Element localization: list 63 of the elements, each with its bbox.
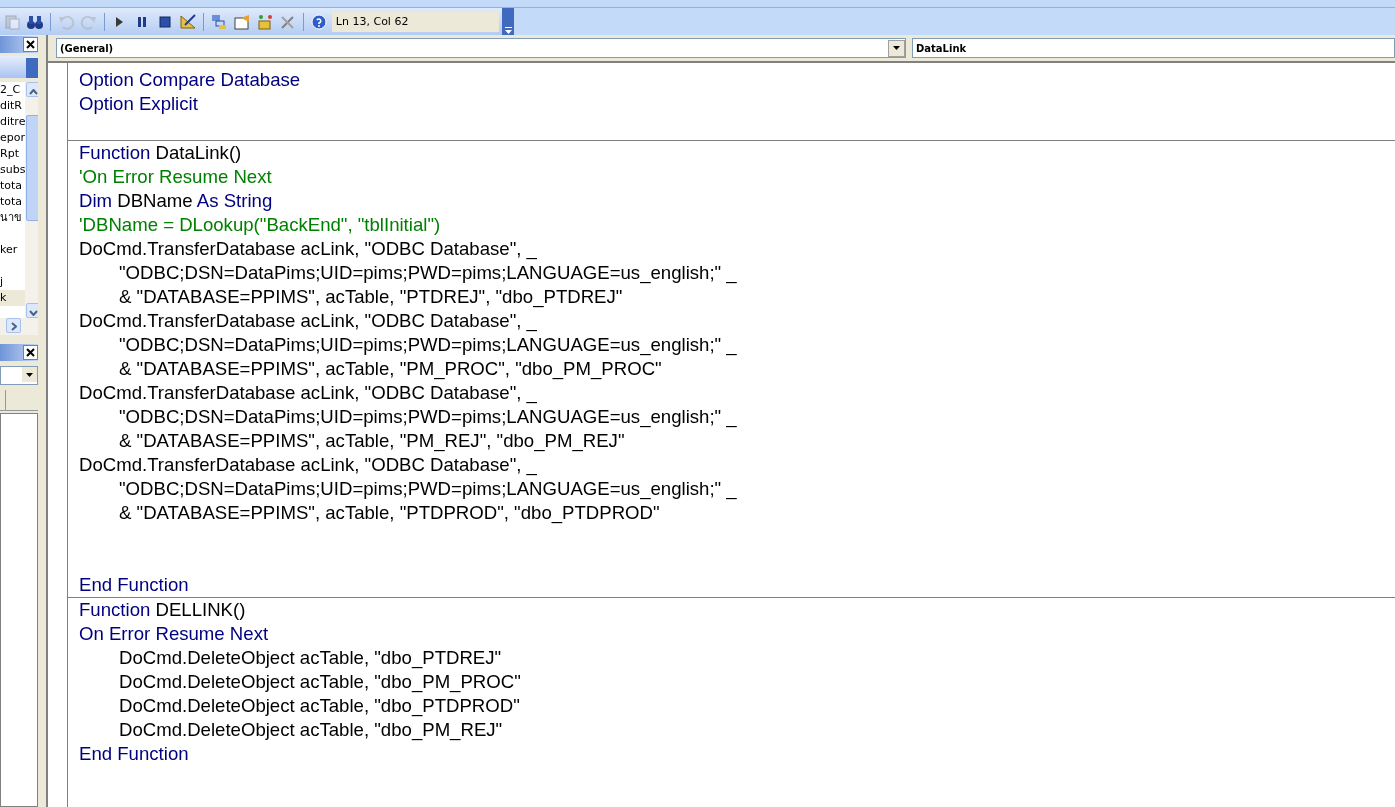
tree-item[interactable]: j [0, 274, 26, 290]
object-dropdown[interactable]: (General) [56, 38, 906, 58]
code-line: "ODBC;DSN=DataPims;UID=pims;PWD=pims;LANGUAGE=us_english;" _ [118, 261, 738, 285]
code-line: End Function [78, 742, 190, 766]
code-line: DoCmd.TransferDatabase acLink, "ODBC Database", _ [78, 309, 538, 333]
tree-item[interactable]: k [0, 290, 26, 306]
chevron-down-icon [503, 27, 513, 35]
code-line: DoCmd.TransferDatabase acLink, "ODBC Database", _ [78, 381, 538, 405]
object-dropdown[interactable] [0, 366, 38, 385]
tree-item[interactable]: 2_C [0, 82, 26, 98]
code-line: & "DATABASE=PPIMS", acTable, "PM_PROC", "dbo_PM_PROC" [118, 357, 663, 381]
code-line: Option Compare Database [78, 68, 302, 92]
code-line: & "DATABASE=PPIMS", acTable, "PM_REJ", "dbo_PM_REJ" [118, 429, 626, 453]
close-icon [26, 40, 35, 49]
tree-item[interactable]: ditR [0, 98, 26, 114]
help-button[interactable] [308, 11, 329, 32]
tree-item[interactable]: ditre [0, 114, 26, 130]
tree-item[interactable]: epor [0, 130, 26, 146]
arrow-up-icon [28, 89, 38, 95]
close-button[interactable] [23, 345, 38, 360]
tree-item[interactable]: tota [0, 178, 26, 194]
code-line: & "DATABASE=PPIMS", acTable, "PTDPROD", "dbo_PTDPROD" [118, 501, 661, 525]
code-line: & "DATABASE=PPIMS", acTable, "PTDREJ", "dbo_PTDREJ" [118, 285, 624, 309]
tree-item[interactable]: Rpt [0, 146, 26, 162]
clipboard-icon [3, 12, 21, 31]
code-line: 'DBName = DLookup("BackEnd", "tblInitial") [78, 213, 442, 237]
procedure-dropdown[interactable]: DataLink [912, 38, 1395, 58]
code-line: "ODBC;DSN=DataPims;UID=pims;PWD=pims;LANGUAGE=us_english;" _ [118, 405, 738, 429]
project-tree-icon [209, 12, 228, 31]
cursor-position: Ln 13, Col 62 [331, 11, 500, 32]
code-line: DoCmd.DeleteObject acTable, "dbo_PM_PROC" [118, 670, 522, 694]
code-line: DoCmd.DeleteObject acTable, "dbo_PTDPROD" [118, 694, 521, 718]
code-line: Dim DBName As String [78, 189, 274, 213]
arrow-right-icon [10, 322, 17, 331]
close-button[interactable] [23, 37, 38, 52]
run-icon [114, 15, 124, 28]
code-line: "ODBC;DSN=DataPims;UID=pims;PWD=pims;LANGUAGE=us_english;" _ [118, 477, 738, 501]
help-icon [309, 12, 328, 31]
scrollbar[interactable] [0, 318, 38, 335]
code-line: DoCmd.DeleteObject acTable, "dbo_PTDREJ" [118, 646, 503, 670]
code-line: "ODBC;DSN=DataPims;UID=pims;PWD=pims;LANGUAGE=us_english;" _ [118, 333, 738, 357]
tree-item[interactable]: tota [0, 194, 26, 210]
object-browser-icon [255, 12, 274, 31]
code-line: DoCmd.TransferDatabase acLink, "ODBC Database", _ [78, 237, 538, 261]
ruler-pencil-icon [179, 12, 198, 31]
close-icon [26, 348, 35, 357]
toolbar-options-button[interactable] [502, 8, 514, 35]
tree-item[interactable]: นาข [0, 210, 26, 226]
code-line: On Error Resume Next [78, 622, 270, 646]
dropdown-arrow-icon [893, 46, 900, 50]
ruler-pencil-button[interactable] [178, 11, 199, 32]
properties-icon [232, 12, 251, 31]
code-line: DoCmd.DeleteObject acTable, "dbo_PM_REJ" [118, 718, 504, 742]
code-line: End Function [78, 573, 190, 597]
code-line: DoCmd.TransferDatabase acLink, "ODBC Database", _ [78, 453, 538, 477]
code-line: Option Explicit [78, 92, 199, 116]
code-line: 'On Error Resume Next [78, 165, 273, 189]
code-line: Function DELLINK() [78, 598, 247, 622]
arrow-down-icon [28, 310, 38, 316]
tree-item[interactable]: subs [0, 162, 26, 178]
tree-item[interactable]: ker [0, 242, 26, 258]
scrollbar[interactable] [25, 82, 38, 318]
code-line: Function DataLink() [78, 141, 243, 165]
